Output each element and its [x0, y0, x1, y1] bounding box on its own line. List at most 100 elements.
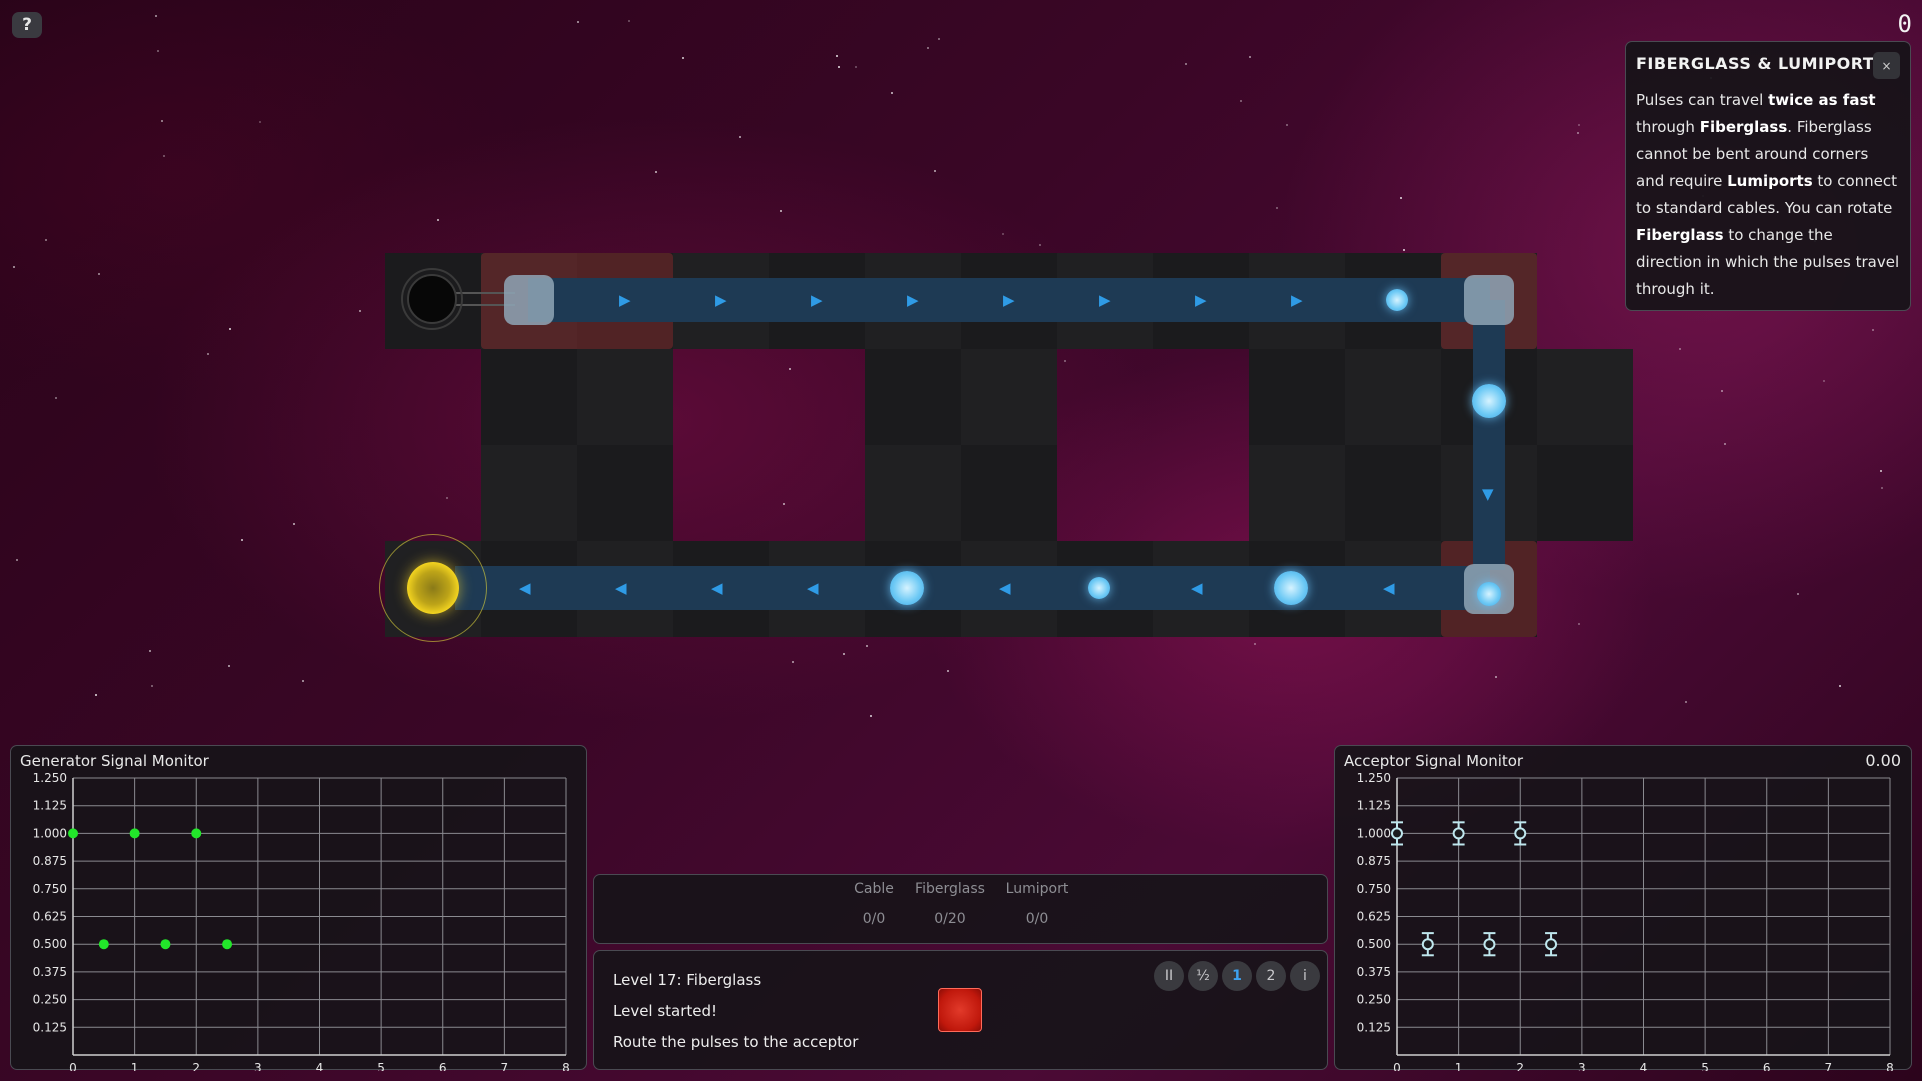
grid-cell[interactable]	[577, 445, 673, 541]
y-tick-label: 0.625	[1357, 910, 1391, 924]
tutorial-keyword: Fiberglass	[1636, 226, 1724, 244]
arrow-right-icon: ▶	[1291, 291, 1303, 309]
grid-cell[interactable]	[961, 349, 1057, 445]
signal-pulse	[1274, 571, 1308, 605]
y-tick-label: 1.250	[1357, 771, 1391, 785]
arrow-right-icon: ▶	[907, 291, 919, 309]
target-point	[1483, 938, 1496, 951]
arrow-right-icon: ▶	[1195, 291, 1207, 309]
data-point	[160, 939, 171, 950]
tutorial-keyword: Fiberglass	[1699, 118, 1788, 136]
tutorial-keyword: twice as fast	[1768, 91, 1876, 109]
y-tick-label: 1.125	[33, 799, 67, 813]
arrow-left-icon: ◀	[1383, 579, 1395, 597]
inventory-label: Fiberglass	[915, 881, 985, 897]
info-button[interactable]: i	[1290, 961, 1320, 991]
x-tick-label: 1	[131, 1061, 139, 1071]
target-point	[1545, 938, 1558, 951]
double-speed-button[interactable]: 2	[1256, 961, 1286, 991]
arrow-left-icon: ◀	[519, 579, 531, 597]
y-tick-label: 1.250	[33, 771, 67, 785]
x-tick-label: 0	[1393, 1061, 1401, 1071]
acceptor-signal-monitor: Acceptor Signal Monitor 0.00 0 1 2 3 4 5 6 7 8 0.…	[1334, 745, 1912, 1071]
y-tick-label: 0.875	[1357, 854, 1391, 868]
fiberglass-bottom[interactable]	[455, 566, 1490, 610]
data-point	[222, 939, 233, 950]
data-point	[98, 939, 109, 950]
y-tick-label: 0.625	[33, 910, 67, 924]
inventory-count: 0/0	[862, 911, 886, 927]
grid-cell[interactable]	[1249, 445, 1345, 541]
pause-button[interactable]: II	[1154, 961, 1184, 991]
y-tick-label: 0.750	[33, 882, 67, 896]
signal-pulse	[890, 571, 924, 605]
half-speed-button[interactable]: ½	[1188, 961, 1218, 991]
grid-cell[interactable]	[1249, 349, 1345, 445]
grid-cell[interactable]	[1537, 349, 1633, 445]
arrow-left-icon: ◀	[807, 579, 819, 597]
inventory-count: 0/20	[934, 911, 966, 927]
inventory-panel: Cable 0/0 Fiberglass 0/20 Lumiport 0/0	[593, 874, 1328, 944]
data-point	[129, 828, 140, 839]
grid-cell[interactable]	[1345, 349, 1441, 445]
x-tick-label: 6	[1763, 1061, 1771, 1071]
fiberglass-right[interactable]	[1473, 300, 1505, 570]
grid-cell[interactable]	[481, 349, 577, 445]
y-tick-label: 0.750	[1357, 882, 1391, 896]
y-tick-label: 0.875	[33, 854, 67, 868]
level-objective: Route the pulses to the acceptor	[613, 1033, 859, 1051]
arrow-right-icon: ▶	[1003, 291, 1015, 309]
level-name: Level 17: Fiberglass	[613, 971, 762, 989]
signal-pulse	[1088, 577, 1110, 599]
arrow-right-icon: ▶	[715, 291, 727, 309]
grid-cell[interactable]	[961, 445, 1057, 541]
signal-acceptor[interactable]	[407, 562, 459, 614]
target-point	[1391, 827, 1403, 840]
lumiport[interactable]	[504, 275, 554, 325]
x-tick-label: 4	[316, 1061, 324, 1071]
grid-cell[interactable]	[1537, 445, 1633, 541]
close-icon[interactable]: ×	[1873, 52, 1900, 79]
x-tick-label: 7	[501, 1061, 509, 1071]
target-point	[1421, 938, 1434, 951]
x-tick-label: 3	[1578, 1061, 1586, 1071]
y-tick-label: 1.125	[1357, 799, 1391, 813]
x-tick-label: 2	[1516, 1061, 1524, 1071]
normal-speed-button[interactable]: 1	[1222, 961, 1252, 991]
signal-pulse	[1386, 289, 1408, 311]
x-tick-label: 7	[1825, 1061, 1833, 1071]
target-point	[1452, 827, 1465, 840]
x-tick-label: 6	[439, 1061, 447, 1071]
level-status: Level started!	[613, 1002, 718, 1020]
grid-cell[interactable]	[577, 349, 673, 445]
arrow-right-icon: ▶	[619, 291, 631, 309]
tutorial-text-segment: Pulses can travel	[1636, 91, 1769, 109]
signal-pulse	[1472, 384, 1506, 418]
grid-cell[interactable]	[865, 445, 961, 541]
grid-cell[interactable]	[1345, 445, 1441, 541]
grid-cell[interactable]	[481, 445, 577, 541]
y-tick-label: 1.000	[1357, 826, 1391, 840]
arrow-left-icon: ◀	[1191, 579, 1203, 597]
target-point	[1514, 827, 1527, 840]
y-tick-label: 0.250	[33, 993, 67, 1007]
inventory-label: Cable	[854, 881, 894, 897]
x-tick-label: 8	[1886, 1061, 1894, 1071]
arrow-right-icon: ▶	[1099, 291, 1111, 309]
x-tick-label: 4	[1640, 1061, 1648, 1071]
inventory-label: Lumiport	[1005, 881, 1069, 897]
y-tick-label: 1.000	[33, 826, 67, 840]
stop-button[interactable]	[938, 988, 982, 1032]
arrow-left-icon: ◀	[615, 579, 627, 597]
y-tick-label: 0.500	[33, 937, 67, 951]
generator-chart: 0 1 2 3 4 5 6 7 8 0.125 0.250 0.375 0.500 0.625 0.750 0…	[33, 771, 570, 1071]
tutorial-keyword: Lumiports	[1727, 172, 1813, 190]
arrow-right-icon: ▶	[811, 291, 823, 309]
x-tick-label: 8	[562, 1061, 570, 1071]
arrow-left-icon: ◀	[711, 579, 723, 597]
lumiport[interactable]	[1464, 275, 1514, 325]
y-tick-label: 0.125	[1357, 1020, 1391, 1034]
signal-generator[interactable]	[407, 274, 457, 324]
x-tick-label: 1	[1455, 1061, 1463, 1071]
grid-cell[interactable]	[865, 349, 961, 445]
